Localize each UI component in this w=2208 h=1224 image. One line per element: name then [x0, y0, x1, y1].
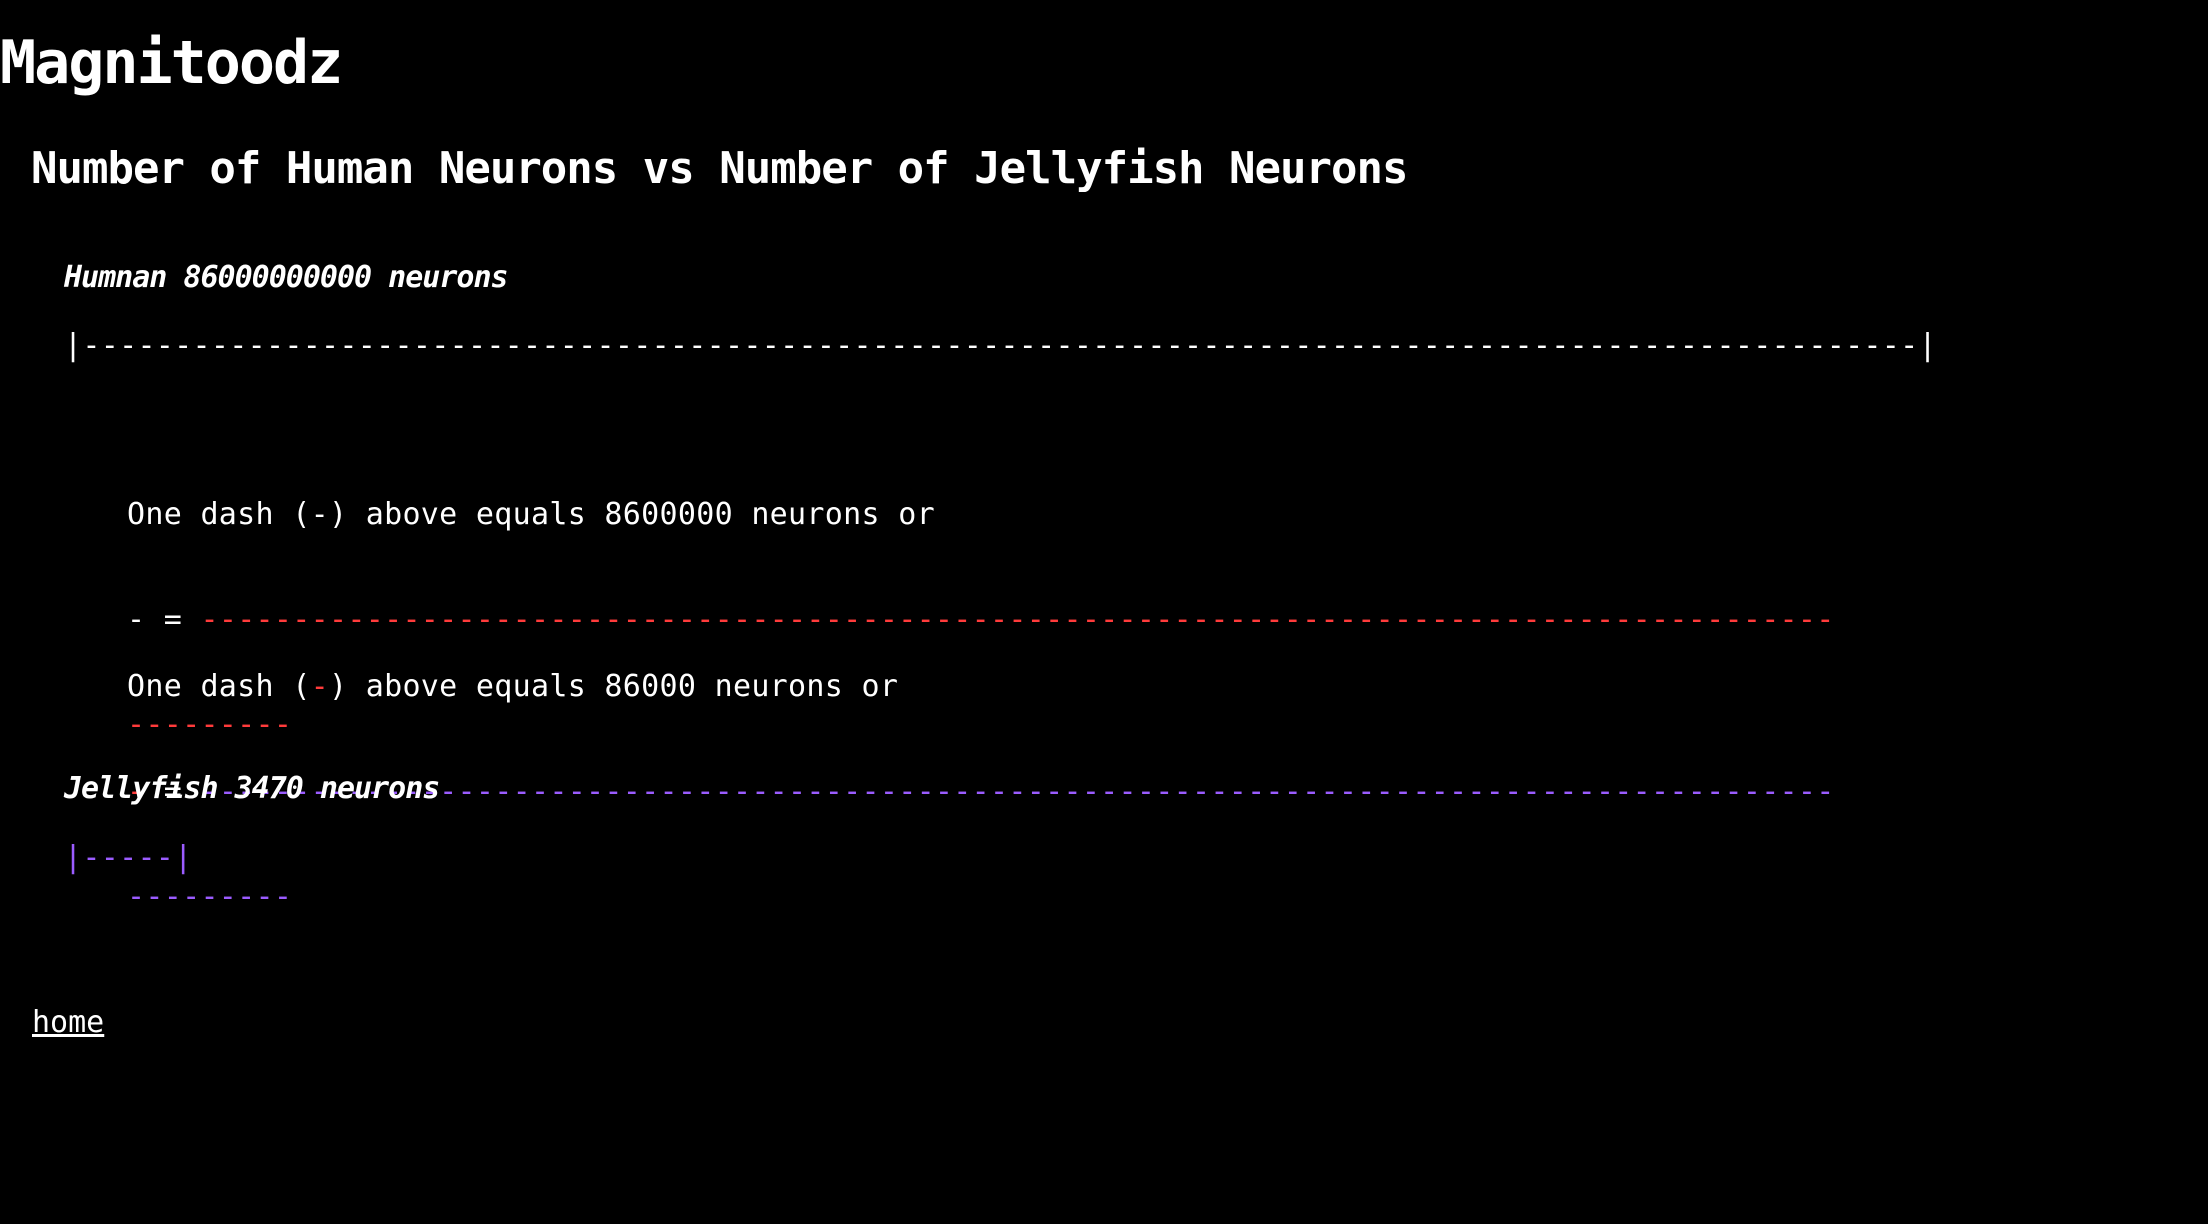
site-title: Magnitoodz — [0, 28, 343, 98]
scale-2-purple-dashes: ----------------------------------------… — [200, 774, 1835, 809]
human-neurons-label: Humnan 86000000000 neurons — [64, 260, 509, 295]
scale-2-purple-dashes-continued: --------- — [127, 879, 293, 914]
scale-2-dash: - — [310, 669, 329, 704]
jellyfish-neurons-label: Jellyfish 3470 neurons — [64, 771, 440, 806]
scale-1-dash: - — [310, 497, 329, 532]
page-title: Number of Human Neurons vs Number of Jel… — [31, 143, 1408, 194]
jellyfish-neurons-bar: |-----| — [64, 840, 193, 875]
human-neurons-bar: |---------------------------------------… — [64, 328, 1937, 363]
scale-2-text-before: One dash ( — [127, 669, 311, 704]
home-link[interactable]: home — [32, 1003, 104, 1043]
scale-2-text-after: ) above equals 86000 neurons or — [329, 669, 899, 704]
scale-1-text-after: ) above equals 8600000 neurons or — [329, 497, 935, 532]
scale-1-text-before: One dash ( — [127, 497, 311, 532]
scale-1-description: One dash (-) above equals 8600000 neuron… — [127, 497, 1835, 532]
scale-2-description: One dash (-) above equals 86000 neurons … — [127, 669, 1835, 704]
